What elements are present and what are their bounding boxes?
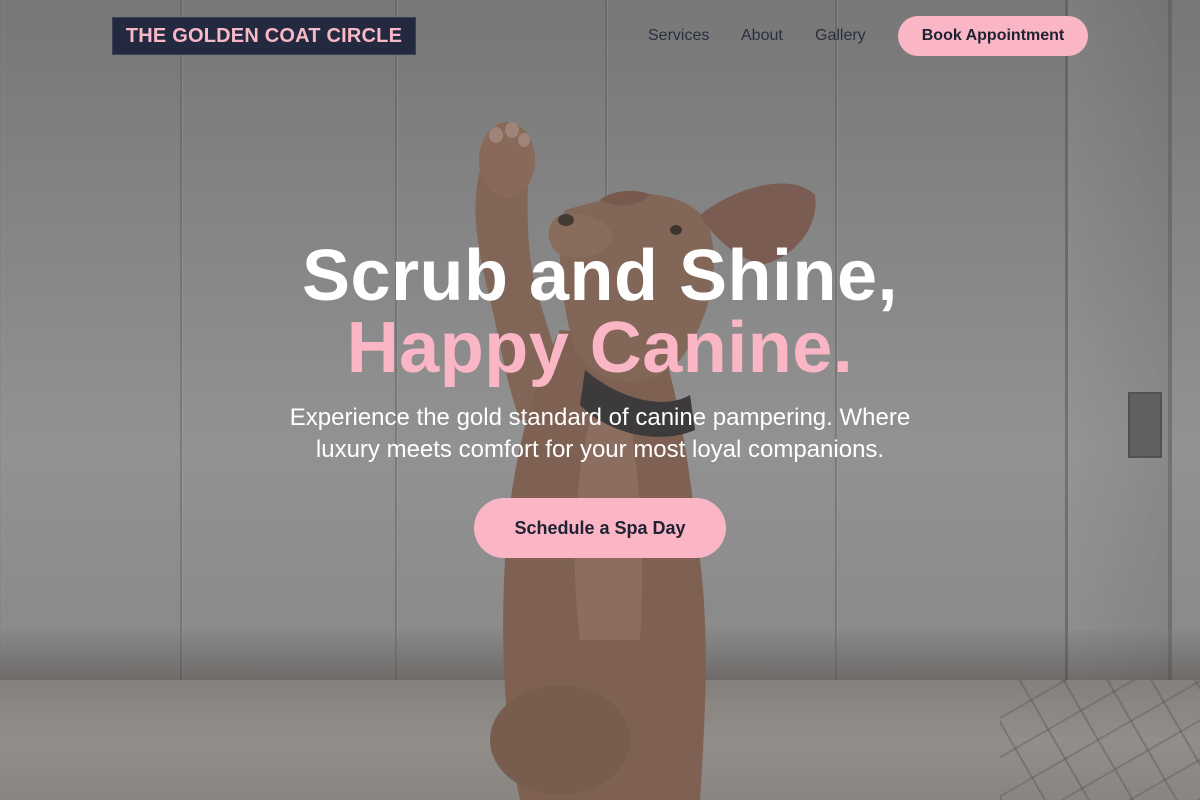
brand-logo[interactable]: THE GOLDEN COAT CIRCLE xyxy=(112,17,416,55)
nav-link-about[interactable]: About xyxy=(741,26,783,46)
nav-link-gallery[interactable]: Gallery xyxy=(815,26,866,46)
book-appointment-button[interactable]: Book Appointment xyxy=(898,16,1088,56)
schedule-spa-day-button[interactable]: Schedule a Spa Day xyxy=(474,498,726,558)
hero-title-line2: Happy Canine. xyxy=(346,308,854,388)
nav-link-services[interactable]: Services xyxy=(648,26,709,46)
hero-subtitle: Experience the gold standard of canine p… xyxy=(289,404,911,463)
image-dark-overlay xyxy=(0,0,1200,800)
hero-title-line1: Scrub and Shine, xyxy=(301,236,899,316)
landing-page: THE GOLDEN COAT CIRCLE Services About Ga… xyxy=(0,0,1200,800)
hero-background-image xyxy=(0,0,1200,800)
site-header: THE GOLDEN COAT CIRCLE Services About Ga… xyxy=(0,0,1200,72)
hero-title: Scrub and Shine, Happy Canine. xyxy=(0,240,1200,384)
